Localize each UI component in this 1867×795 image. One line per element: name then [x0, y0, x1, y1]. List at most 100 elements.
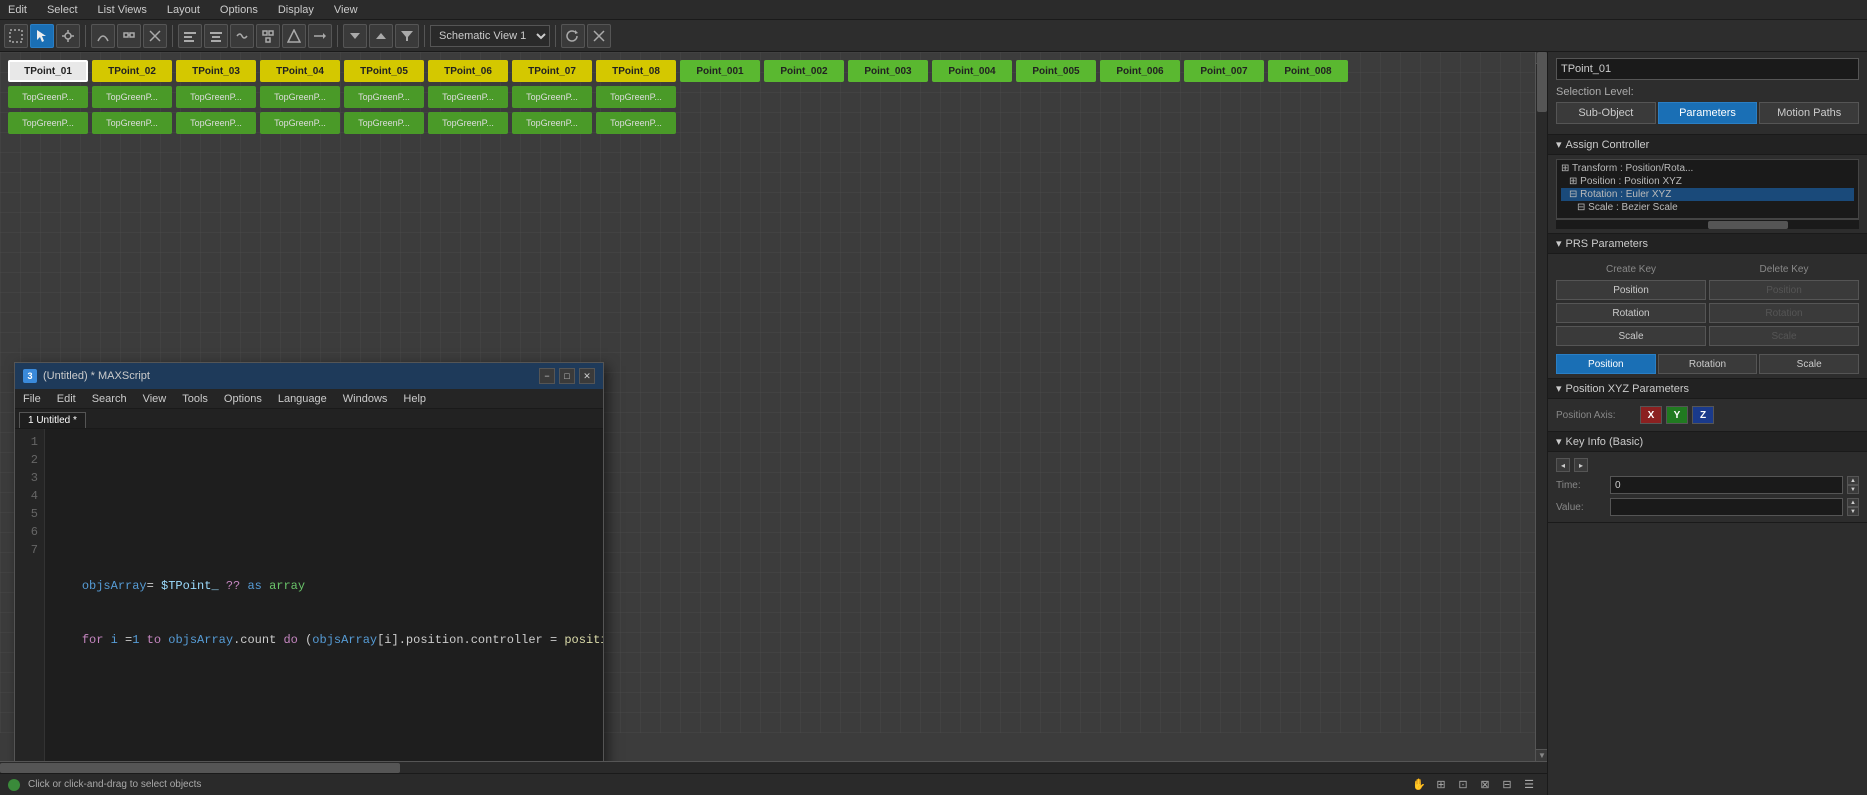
- connect-a-btn[interactable]: [91, 24, 115, 48]
- node-Point-004[interactable]: Point_004: [932, 60, 1012, 82]
- connect-b-btn[interactable]: [117, 24, 141, 48]
- sub-node-2-4[interactable]: TopGreenP...: [260, 112, 340, 134]
- editor-menu-file[interactable]: File: [19, 393, 45, 405]
- create-scale-btn[interactable]: Scale: [1556, 326, 1706, 346]
- node-TPoint-02[interactable]: TPoint_02: [92, 60, 172, 82]
- editor-minimize-btn[interactable]: −: [539, 368, 555, 384]
- create-rotation-btn[interactable]: Rotation: [1556, 303, 1706, 323]
- key-info-header[interactable]: ▾ Key Info (Basic): [1548, 432, 1867, 452]
- sub-node-2-7[interactable]: TopGreenP...: [512, 112, 592, 134]
- axis-z-btn[interactable]: Z: [1692, 406, 1714, 424]
- menu-listviews[interactable]: List Views: [94, 4, 151, 16]
- object-name-field[interactable]: [1556, 58, 1859, 80]
- time-input[interactable]: [1610, 476, 1843, 494]
- pointer-btn[interactable]: [30, 24, 54, 48]
- menu-options[interactable]: Options: [216, 4, 262, 16]
- sub-node-2-6[interactable]: TopGreenP...: [428, 112, 508, 134]
- arrow-end-btn[interactable]: [308, 24, 332, 48]
- rect-select-btn[interactable]: [4, 24, 28, 48]
- sub-node-2-2[interactable]: TopGreenP...: [92, 112, 172, 134]
- prs-tab-position[interactable]: Position: [1556, 354, 1656, 374]
- time-spin-up[interactable]: ▲: [1847, 476, 1859, 485]
- sub-node-1-5[interactable]: TopGreenP...: [344, 86, 424, 108]
- arrange-a-btn[interactable]: [256, 24, 280, 48]
- axis-x-btn[interactable]: X: [1640, 406, 1662, 424]
- key-next-btn[interactable]: ▸: [1574, 458, 1588, 472]
- sub-node-2-8[interactable]: TopGreenP...: [596, 112, 676, 134]
- prs-tab-scale[interactable]: Scale: [1759, 354, 1859, 374]
- node-TPoint-08[interactable]: TPoint_08: [596, 60, 676, 82]
- sub-node-1-2[interactable]: TopGreenP...: [92, 86, 172, 108]
- tree-h-scrollbar[interactable]: [1556, 219, 1859, 229]
- editor-titlebar[interactable]: 3 (Untitled) * MAXScript − □ ✕: [15, 363, 603, 389]
- sub-node-2-5[interactable]: TopGreenP...: [344, 112, 424, 134]
- value-spin-up[interactable]: ▲: [1847, 498, 1859, 507]
- axis-y-btn[interactable]: Y: [1666, 406, 1688, 424]
- ctrl-tree-rotation[interactable]: ⊟ Rotation : Euler XYZ: [1561, 188, 1854, 201]
- editor-menu-language[interactable]: Language: [274, 393, 331, 405]
- sub-node-1-3[interactable]: TopGreenP...: [176, 86, 256, 108]
- editor-tab-1[interactable]: 1 Untitled *: [19, 412, 86, 428]
- sub-node-1-8[interactable]: TopGreenP...: [596, 86, 676, 108]
- node-TPoint-01[interactable]: TPoint_01: [8, 60, 88, 82]
- key-prev-btn[interactable]: ◂: [1556, 458, 1570, 472]
- zoom-fit-btn[interactable]: ⊟: [1497, 775, 1517, 795]
- delete-btn[interactable]: [143, 24, 167, 48]
- editor-content[interactable]: 1 2 3 4 5 6 7 objsArray= $TPoint_ ?? as: [15, 429, 603, 761]
- editor-menu-tools[interactable]: Tools: [178, 393, 212, 405]
- ctrl-tree-root[interactable]: ⊞ Transform : Position/Rota...: [1561, 162, 1854, 175]
- close-view-btn[interactable]: [587, 24, 611, 48]
- create-position-btn[interactable]: Position: [1556, 280, 1706, 300]
- delete-position-btn[interactable]: Position: [1709, 280, 1859, 300]
- ctrl-tree-position[interactable]: ⊞ Position : Position XYZ: [1561, 175, 1854, 188]
- ctrl-tree-scale[interactable]: ⊟ Scale : Bezier Scale: [1561, 201, 1854, 214]
- editor-menu-view[interactable]: View: [139, 393, 171, 405]
- snap-tool-btn[interactable]: ⊡: [1453, 775, 1473, 795]
- sub-object-btn[interactable]: Sub-Object: [1556, 102, 1656, 124]
- menu-select[interactable]: Select: [43, 4, 82, 16]
- delete-scale-btn[interactable]: Scale: [1709, 326, 1859, 346]
- sub-node-2-3[interactable]: TopGreenP...: [176, 112, 256, 134]
- node-Point-003[interactable]: Point_003: [848, 60, 928, 82]
- editor-menu-search[interactable]: Search: [88, 393, 131, 405]
- refresh-btn[interactable]: [561, 24, 585, 48]
- editor-menu-options[interactable]: Options: [220, 393, 266, 405]
- node-Point-002[interactable]: Point_002: [764, 60, 844, 82]
- editor-menu-windows[interactable]: Windows: [339, 393, 392, 405]
- menu-layout[interactable]: Layout: [163, 4, 204, 16]
- node-TPoint-04[interactable]: TPoint_04: [260, 60, 340, 82]
- move-btn[interactable]: [56, 24, 80, 48]
- viewport-content[interactable]: TPoint_01 TPoint_02 TPoint_03 TPoint_04 …: [0, 52, 1535, 761]
- expand-b-btn[interactable]: [369, 24, 393, 48]
- prs-parameters-header[interactable]: ▾ PRS Parameters: [1548, 234, 1867, 254]
- delete-rotation-btn[interactable]: Rotation: [1709, 303, 1859, 323]
- editor-close-btn[interactable]: ✕: [579, 368, 595, 384]
- editor-menu-edit[interactable]: Edit: [53, 393, 80, 405]
- schematic-view-dropdown[interactable]: Schematic View 1: [430, 25, 550, 47]
- node-TPoint-05[interactable]: TPoint_05: [344, 60, 424, 82]
- node-TPoint-07[interactable]: TPoint_07: [512, 60, 592, 82]
- viewport-v-scrollbar[interactable]: ▲ ▼: [1535, 52, 1547, 761]
- menu-edit[interactable]: Edit: [4, 4, 31, 16]
- node-Point-005[interactable]: Point_005: [1016, 60, 1096, 82]
- sub-node-1-6[interactable]: TopGreenP...: [428, 86, 508, 108]
- ortho-tool-btn[interactable]: ⊠: [1475, 775, 1495, 795]
- node-TPoint-06[interactable]: TPoint_06: [428, 60, 508, 82]
- controller-tree[interactable]: ⊞ Transform : Position/Rota... ⊞ Positio…: [1556, 159, 1859, 219]
- sub-node-1-1[interactable]: TopGreenP...: [8, 86, 88, 108]
- filter-btn[interactable]: [395, 24, 419, 48]
- node-Point-001[interactable]: Point_001: [680, 60, 760, 82]
- editor-menu-help[interactable]: Help: [399, 393, 430, 405]
- align-center-btn[interactable]: [204, 24, 228, 48]
- zoom-all-btn[interactable]: ☰: [1519, 775, 1539, 795]
- value-spin-down[interactable]: ▼: [1847, 507, 1859, 516]
- menu-display[interactable]: Display: [274, 4, 318, 16]
- menu-view[interactable]: View: [330, 4, 362, 16]
- grid-tool-btn[interactable]: ⊞: [1431, 775, 1451, 795]
- prs-tab-rotation[interactable]: Rotation: [1658, 354, 1758, 374]
- node-Point-008[interactable]: Point_008: [1268, 60, 1348, 82]
- position-xyz-header[interactable]: ▾ Position XYZ Parameters: [1548, 379, 1867, 399]
- sub-node-1-4[interactable]: TopGreenP...: [260, 86, 340, 108]
- viewport-h-scrollbar[interactable]: [0, 761, 1547, 773]
- node-Point-007[interactable]: Point_007: [1184, 60, 1264, 82]
